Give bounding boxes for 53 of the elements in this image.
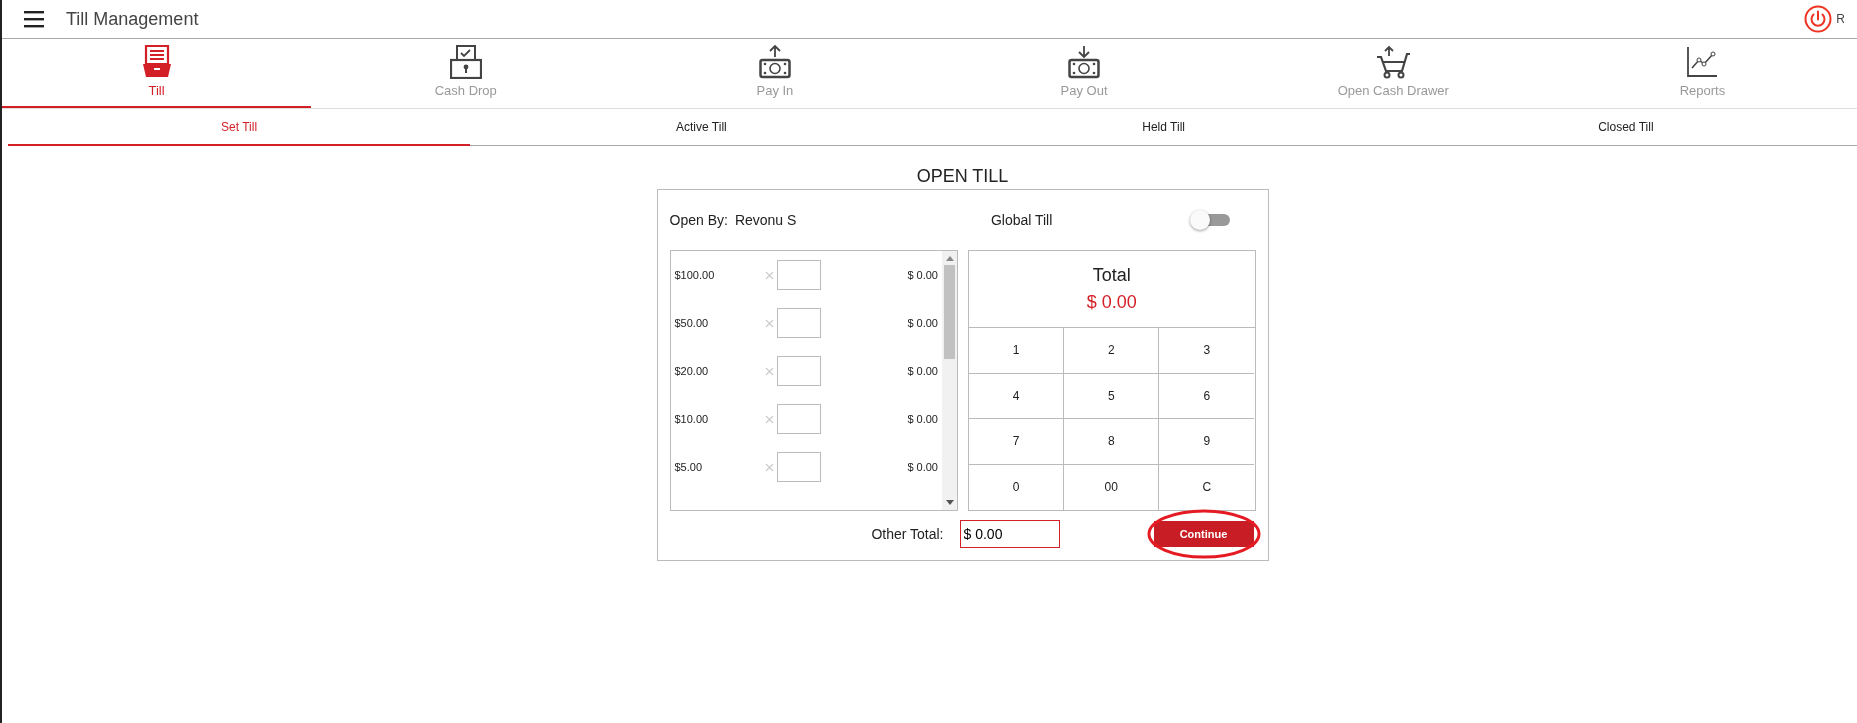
count-input[interactable]: [776, 356, 821, 386]
user-initial: R: [1836, 12, 1845, 26]
sub-tab[interactable]: Active Till: [470, 109, 933, 146]
line-chart-icon: [1686, 45, 1719, 79]
denomination-amount: $ 0.00: [907, 317, 938, 329]
count-input[interactable]: [776, 308, 821, 338]
scroll-up-icon[interactable]: [945, 255, 954, 261]
total-label: Total: [1092, 265, 1131, 286]
keypad-key[interactable]: 2: [1064, 328, 1160, 374]
count-input[interactable]: [776, 260, 821, 290]
multiply-icon: [764, 366, 774, 376]
total-value: $ 0.00: [1086, 292, 1137, 313]
denomination-label: $100.00: [674, 269, 716, 281]
keypad-key[interactable]: 8: [1064, 419, 1160, 465]
denomination-amount: $ 0.00: [907, 413, 938, 425]
cart-icon: [1376, 45, 1411, 79]
keypad-key[interactable]: 4: [969, 373, 1065, 419]
denomination-amount: $ 0.00: [907, 461, 938, 473]
denomination-label: $10.00: [674, 413, 710, 425]
denomination-label: $50.00: [674, 317, 710, 329]
open-by-label: Open By:: [669, 212, 728, 228]
keypad-key[interactable]: 1: [969, 328, 1065, 374]
money-arrow-icon: [758, 45, 791, 79]
denomination-label: $5.00: [674, 461, 704, 473]
sub-tab[interactable]: Set Till: [8, 109, 471, 146]
denomination-amount: $ 0.00: [907, 269, 938, 281]
multiply-icon: [764, 414, 774, 424]
dialog-title: OPEN TILL: [916, 166, 1009, 187]
keypad-key[interactable]: 7: [969, 419, 1065, 465]
nav-tab[interactable]: Till: [2, 39, 312, 108]
scrollbar[interactable]: [942, 251, 957, 510]
power-icon[interactable]: [1804, 5, 1833, 33]
other-total-label: Other Total:: [871, 526, 944, 542]
other-total-input[interactable]: $ 0.00: [959, 520, 1060, 548]
safe-box-icon: [449, 45, 482, 79]
global-till-label: Global Till: [990, 212, 1054, 228]
menu-icon[interactable]: [24, 10, 44, 28]
sub-tab[interactable]: Closed Till: [1394, 109, 1857, 146]
money-arrow-icon: [1068, 45, 1101, 79]
multiply-icon: [764, 318, 774, 328]
sub-tab[interactable]: Held Till: [932, 109, 1395, 146]
multiply-icon: [764, 462, 774, 472]
drawer-icon: [141, 45, 172, 79]
page-title: Till Management: [66, 8, 199, 30]
scroll-down-icon[interactable]: [945, 500, 954, 506]
continue-button[interactable]: Continue: [1153, 521, 1254, 547]
keypad-key[interactable]: 5: [1064, 373, 1160, 419]
count-input[interactable]: [776, 452, 821, 482]
count-input[interactable]: [776, 404, 821, 434]
multiply-icon: [764, 270, 774, 280]
denomination-label: $20.00: [674, 365, 710, 377]
denomination-amount: $ 0.00: [907, 365, 938, 377]
open-by-value: Revonu S: [734, 212, 798, 228]
